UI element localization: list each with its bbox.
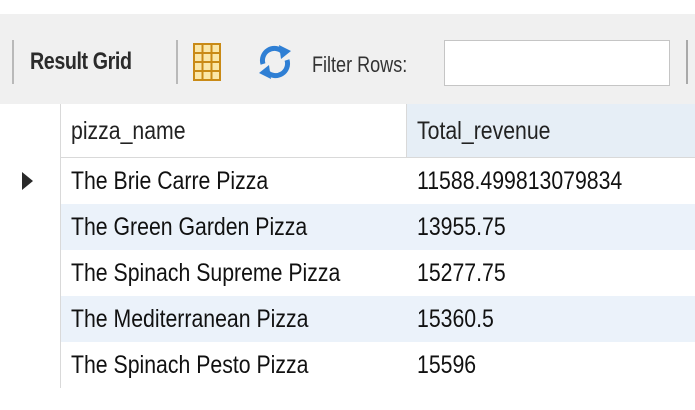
current-row-arrow-icon <box>22 172 33 190</box>
cell-total-revenue[interactable]: 15596 <box>407 342 695 388</box>
filter-rows-input[interactable] <box>444 40 670 86</box>
cell-pizza-name[interactable]: The Spinach Pesto Pizza <box>61 342 407 388</box>
table-row[interactable]: The Green Garden Pizza 13955.75 <box>0 204 695 250</box>
cell-total-revenue[interactable]: 11588.499813079834 <box>407 158 695 204</box>
cell-total-revenue[interactable]: 13955.75 <box>407 204 695 250</box>
column-header-pizza-name[interactable]: pizza_name <box>61 104 407 158</box>
toolbar-separator <box>12 40 14 84</box>
table-row[interactable]: The Mediterranean Pizza 15360.5 <box>0 296 695 342</box>
row-selector[interactable] <box>0 158 61 204</box>
result-grid: pizza_name Total_revenue The Brie Carre … <box>0 104 695 410</box>
table-row[interactable]: The Brie Carre Pizza 11588.499813079834 <box>0 158 695 204</box>
cell-total-revenue[interactable]: 15360.5 <box>407 296 695 342</box>
toolbar-separator <box>176 40 178 84</box>
column-header-total-revenue[interactable]: Total_revenue <box>407 104 695 158</box>
row-selector[interactable] <box>0 250 61 296</box>
cell-total-revenue[interactable]: 15277.75 <box>407 250 695 296</box>
grid-layout-icon[interactable] <box>192 42 222 82</box>
column-header-label: pizza_name <box>71 117 186 145</box>
result-toolbar: Result Grid Filter Rows: <box>0 14 695 105</box>
row-selector[interactable] <box>0 342 61 388</box>
cell-pizza-name[interactable]: The Mediterranean Pizza <box>61 296 407 342</box>
row-header-corner <box>0 104 61 158</box>
row-selector[interactable] <box>0 296 61 342</box>
top-strip <box>0 0 695 14</box>
toolbar-separator <box>686 40 688 84</box>
column-header-label: Total_revenue <box>417 117 551 145</box>
table-row[interactable]: The Spinach Supreme Pizza 15277.75 <box>0 250 695 296</box>
filter-rows-label: Filter Rows: <box>312 52 408 77</box>
cell-pizza-name[interactable]: The Brie Carre Pizza <box>61 158 407 204</box>
row-selector[interactable] <box>0 204 61 250</box>
cell-pizza-name[interactable]: The Spinach Supreme Pizza <box>61 250 407 296</box>
refresh-icon[interactable] <box>255 42 295 82</box>
table-row[interactable]: The Spinach Pesto Pizza 15596 <box>0 342 695 388</box>
header-row: pizza_name Total_revenue <box>0 104 695 158</box>
cell-pizza-name[interactable]: The Green Garden Pizza <box>61 204 407 250</box>
result-grid-tab[interactable]: Result Grid <box>30 48 132 76</box>
